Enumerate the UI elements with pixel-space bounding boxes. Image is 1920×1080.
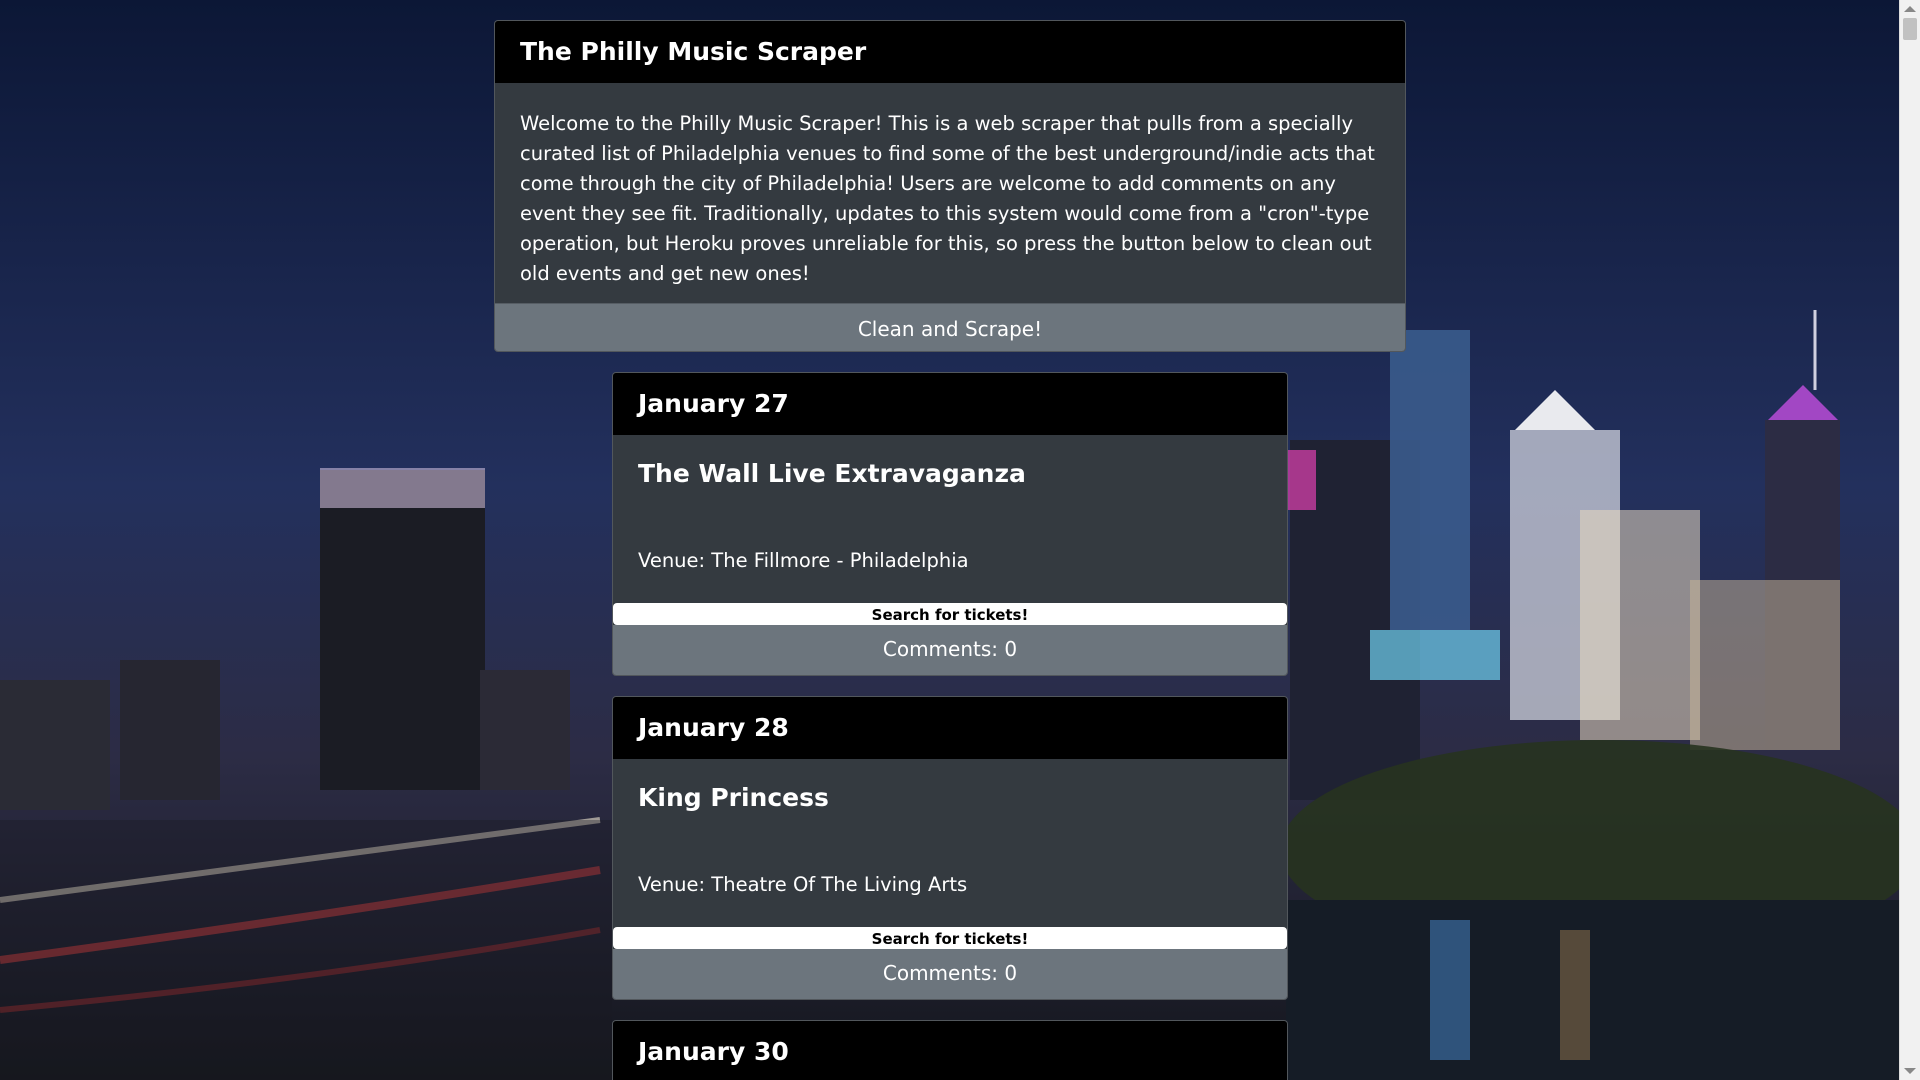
event-card: January 27 The Wall Live Extravaganza Ve… xyxy=(612,372,1288,676)
event-date: January 28 xyxy=(613,697,1287,759)
clean-and-scrape-button[interactable]: Clean and Scrape! xyxy=(495,303,1405,351)
page: The Philly Music Scraper Welcome to the … xyxy=(0,0,1920,1080)
scroll-up-icon[interactable] xyxy=(1904,6,1916,12)
event-title: King Princess xyxy=(638,783,829,812)
event-title: The Wall Live Extravaganza xyxy=(638,459,1026,488)
scrollbar-thumb[interactable] xyxy=(1903,18,1917,40)
page-title: The Philly Music Scraper xyxy=(495,21,1405,83)
event-venue: Venue: The Fillmore - Philadelphia xyxy=(638,549,969,572)
scroll-down-icon[interactable] xyxy=(1904,1068,1916,1074)
event-venue: Venue: Theatre Of The Living Arts xyxy=(638,873,968,896)
search-tickets-button[interactable]: Search for tickets! xyxy=(613,603,1287,625)
event-date: January 30 xyxy=(613,1021,1287,1080)
comments-button[interactable]: Comments: 0 xyxy=(613,625,1287,675)
search-tickets-button[interactable]: Search for tickets! xyxy=(613,927,1287,949)
intro-text: Welcome to the Philly Music Scraper! Thi… xyxy=(520,112,1375,285)
intro-card: The Philly Music Scraper Welcome to the … xyxy=(494,20,1406,352)
comments-button[interactable]: Comments: 0 xyxy=(613,949,1287,999)
event-date: January 27 xyxy=(613,373,1287,435)
event-card: January 28 King Princess Venue: Theatre … xyxy=(612,696,1288,1000)
vertical-scrollbar[interactable] xyxy=(1899,0,1920,1080)
event-card: January 30 xyxy=(612,1020,1288,1080)
